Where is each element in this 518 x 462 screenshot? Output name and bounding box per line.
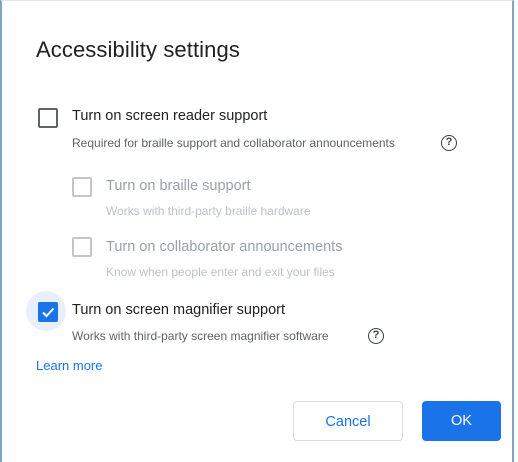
ok-button[interactable]: OK — [422, 401, 501, 441]
screen-reader-label: Turn on screen reader support — [72, 108, 268, 124]
collaborator-announcements-description: Know when people enter and exit your fil… — [106, 265, 335, 279]
screen-magnifier-label: Turn on screen magnifier support — [72, 302, 286, 318]
screen-reader-checkbox[interactable] — [38, 108, 58, 128]
collaborator-announcements-checkbox — [72, 237, 92, 257]
learn-more-link[interactable]: Learn more — [36, 358, 102, 373]
help-circle-icon[interactable]: ? — [441, 135, 457, 151]
collaborator-announcements-label: Turn on collaborator announcements — [106, 239, 343, 255]
checkmark-icon — [42, 307, 55, 318]
screen-magnifier-description: Works with third-party screen magnifier … — [72, 329, 329, 343]
accessibility-settings-dialog: Accessibility settings Turn on screen re… — [0, 0, 514, 462]
braille-label: Turn on braille support — [106, 178, 251, 194]
screen-reader-description: Required for braille support and collabo… — [72, 136, 395, 150]
dialog-title: Accessibility settings — [36, 37, 240, 62]
help-circle-icon[interactable]: ? — [368, 328, 384, 344]
screen-magnifier-checkbox[interactable] — [38, 302, 58, 322]
braille-description: Works with third-party braille hardware — [106, 204, 311, 218]
braille-checkbox — [72, 177, 92, 197]
cancel-button[interactable]: Cancel — [293, 401, 403, 441]
